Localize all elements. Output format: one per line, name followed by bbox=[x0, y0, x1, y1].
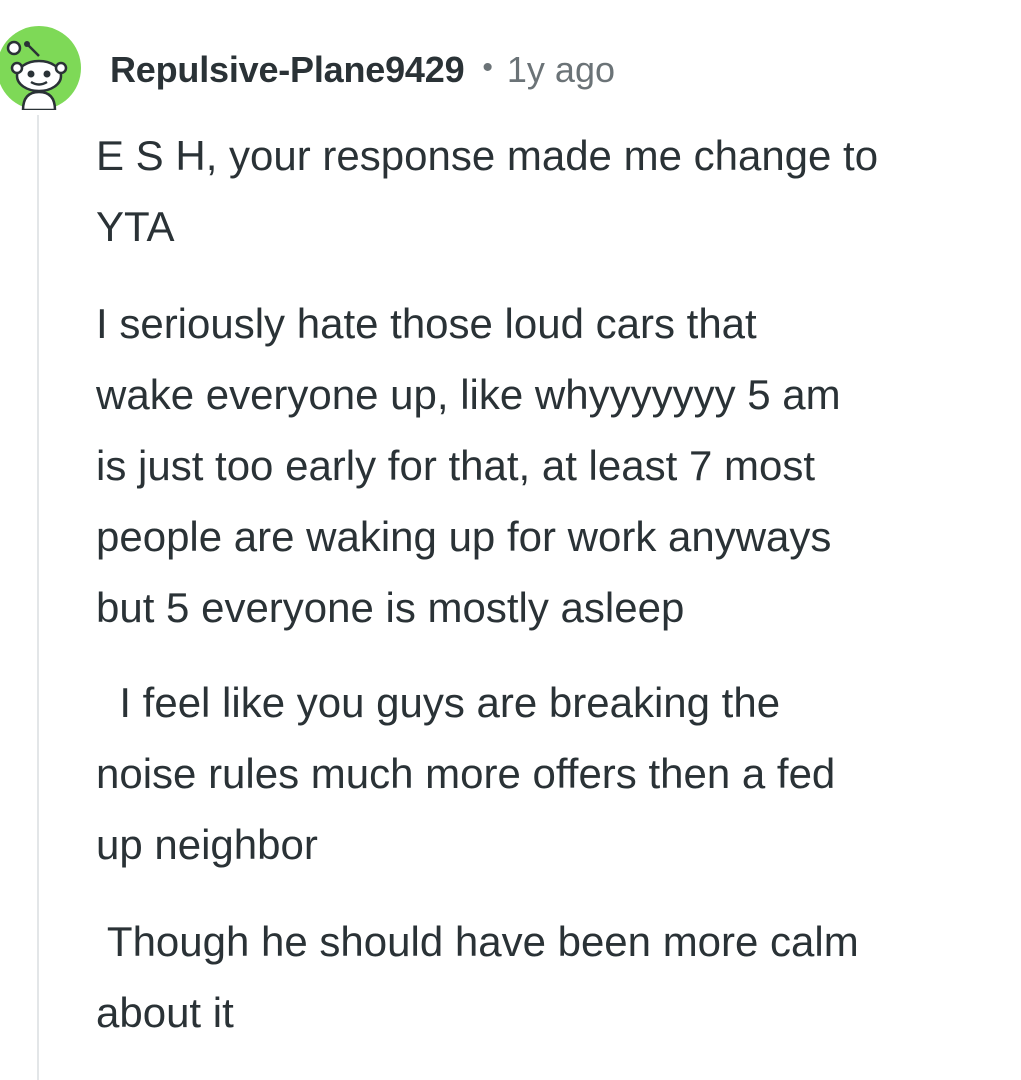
comment-paragraph: I feel like you guys are breaking the no… bbox=[96, 667, 1011, 880]
comment-paragraph: Though he should have been more calm abo… bbox=[96, 906, 1011, 1048]
timestamp[interactable]: 1y ago bbox=[507, 49, 615, 91]
text-line: noise rules much more offers then a fed bbox=[96, 750, 836, 797]
username-link[interactable]: Repulsive-Plane9429 bbox=[110, 49, 465, 91]
text-line: but 5 everyone is mostly asleep bbox=[96, 584, 685, 631]
text-line: YTA bbox=[96, 203, 175, 250]
text-line: I seriously hate those loud cars that bbox=[96, 300, 757, 347]
separator-dot: • bbox=[482, 51, 493, 84]
reddit-snoo-avatar-icon bbox=[0, 26, 81, 112]
text-line: up neighbor bbox=[96, 821, 318, 868]
text-line: E S H, your response made me change to bbox=[96, 132, 879, 179]
text-line: wake everyone up, like whyyyyyyy 5 am bbox=[96, 371, 841, 418]
text-line: I feel like you guys are breaking the bbox=[96, 679, 781, 726]
text-line: is just too early for that, at least 7 m… bbox=[96, 442, 815, 489]
comment-paragraph: E S H, your response made me change to Y… bbox=[96, 120, 1011, 262]
text-line: about it bbox=[96, 989, 234, 1036]
text-line: Though he should have been more calm bbox=[96, 918, 859, 965]
comment-header: Repulsive-Plane9429 • 1y ago bbox=[110, 46, 615, 94]
thread-line[interactable] bbox=[37, 115, 39, 1080]
text-line: people are waking up for work anyways bbox=[96, 513, 832, 560]
comment: Repulsive-Plane9429 • 1y ago E S H, your… bbox=[0, 0, 1021, 1080]
comment-paragraph: I seriously hate those loud cars that wa… bbox=[96, 288, 1011, 643]
user-avatar[interactable] bbox=[0, 26, 81, 112]
comment-body: E S H, your response made me change to Y… bbox=[96, 120, 1011, 1048]
